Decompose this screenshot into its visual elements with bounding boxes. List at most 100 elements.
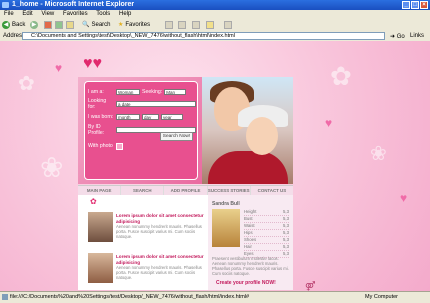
- address-input[interactable]: C:\Documents and Settings\test\Desktop\_…: [22, 32, 385, 40]
- with-photo-checkbox[interactable]: [116, 142, 123, 150]
- flower-decoration-icon: ✿: [18, 73, 35, 95]
- profile-stats: Height 5,3 Bust 5,3 Waist 5,3 Hips 5,3 Shoes…: [244, 209, 289, 258]
- print-icon: [192, 20, 200, 29]
- ie-icon: [2, 2, 9, 8]
- menu-view[interactable]: View: [41, 11, 54, 17]
- favorites-button[interactable]: ★ Favorites: [118, 20, 150, 29]
- stat-label: Bust: [244, 216, 253, 221]
- id-profile-label: By ID Profile:: [88, 124, 105, 136]
- stat-label: Shoes: [244, 237, 257, 242]
- profile-column: Sandra Bull Height 5,3 Bust 5,3 Waist 5,3 H…: [208, 195, 293, 290]
- woman-sweater: [208, 151, 288, 184]
- status-text: file:///C:/Documents%20and%20Settings/te…: [10, 294, 250, 300]
- flower-decoration-icon: ❀: [40, 152, 64, 183]
- profile-name: Sandra Bull: [212, 201, 240, 207]
- news-title[interactable]: Lorem ipsum dolor sit amet consectetur a…: [116, 213, 204, 224]
- news-title[interactable]: Lorem ipsum dolor sit amet consectetur a…: [116, 254, 204, 265]
- profile-text: Praesent vestibulum molestie lacus. Aene…: [212, 256, 289, 276]
- looking-for-label: Looking for:: [88, 98, 107, 110]
- star-icon: ★: [118, 22, 124, 28]
- back-arrow-icon: ◀: [2, 20, 10, 29]
- born-label: I was born:: [88, 114, 114, 120]
- couple-photo: [202, 77, 293, 184]
- menu-favorites[interactable]: Favorites: [63, 11, 88, 17]
- status-bar: file:///C:/Documents%20and%20Settings/te…: [0, 291, 430, 303]
- news-item: Lorem ipsum dolor sit amet consectetur a…: [88, 253, 204, 287]
- menu-edit[interactable]: Edit: [22, 11, 32, 17]
- with-photo-label: With photo: [88, 143, 113, 149]
- print-button[interactable]: [192, 20, 200, 29]
- search-now-button[interactable]: Search Now!: [160, 132, 193, 141]
- maximize-button[interactable]: □: [411, 1, 419, 9]
- i-am-select[interactable]: Woman: [116, 89, 140, 95]
- discuss-icon: [224, 20, 232, 29]
- stat-label: Waist: [244, 223, 255, 228]
- looking-for-select[interactable]: a date: [116, 101, 196, 107]
- seeking-select[interactable]: Man: [164, 89, 187, 95]
- nav-search[interactable]: SEARCH: [121, 186, 165, 195]
- discuss-button[interactable]: [224, 20, 232, 29]
- home-button[interactable]: [66, 20, 74, 29]
- search-button[interactable]: 🔍 Search: [82, 20, 111, 29]
- search-icon: 🔍: [82, 22, 90, 28]
- profile-photo[interactable]: [212, 209, 240, 247]
- window-title: 1_home - Microsoft Internet Explorer: [12, 1, 135, 8]
- media-button[interactable]: [165, 20, 173, 29]
- born-month-select[interactable]: month: [116, 114, 140, 120]
- hero-banner: I am a: Woman Seeking: Man Looking for: …: [78, 77, 293, 184]
- nav-contact-us[interactable]: CONTACT US: [251, 186, 293, 195]
- stop-button[interactable]: [44, 20, 52, 29]
- site-container: ♥♥ I am a: Woman Seeking: Man Looking fo…: [78, 55, 293, 290]
- stat-row: Bust 5,3: [244, 216, 289, 223]
- toolbar: ◀ Back ▶ 🔍 Search ★ Favorites: [0, 18, 430, 32]
- news-text: Aenean nonummy hendrerit mauris. Phasell…: [116, 265, 202, 280]
- heart-decoration-icon: ♥: [325, 116, 333, 130]
- menu-help[interactable]: Help: [119, 11, 131, 17]
- refresh-button[interactable]: [55, 20, 63, 29]
- news-thumbnail[interactable]: [88, 253, 113, 283]
- search-label: Search: [91, 21, 111, 28]
- forward-button[interactable]: ▶: [30, 20, 38, 29]
- nav-main-page[interactable]: MAIN PAGE: [78, 186, 122, 195]
- stat-row: Waist 5,3: [244, 223, 289, 230]
- news-thumbnail[interactable]: [88, 212, 113, 242]
- menu-file[interactable]: File: [4, 11, 14, 17]
- stat-label: Hips: [244, 230, 253, 235]
- stat-value: 5,3: [283, 216, 289, 221]
- search-form: I am a: Woman Seeking: Man Looking for: …: [84, 81, 198, 180]
- close-button[interactable]: ×: [420, 1, 428, 9]
- go-label: Go: [396, 34, 405, 40]
- stat-label: Height: [244, 209, 257, 214]
- create-profile-link[interactable]: Create your profile NOW!: [216, 280, 276, 286]
- stat-value: 5,3: [283, 230, 289, 235]
- woman-face: [246, 117, 278, 155]
- content-area: ✿ Lorem ipsum dolor sit amet consectetur…: [78, 195, 293, 290]
- i-am-label: I am a:: [88, 89, 104, 95]
- born-day-select[interactable]: day: [142, 114, 159, 120]
- stat-value: 5,3: [283, 244, 289, 249]
- menu-tools[interactable]: Tools: [96, 11, 110, 17]
- back-label: Back: [12, 21, 26, 28]
- news-column: ✿ Lorem ipsum dolor sit amet consectetur…: [78, 195, 205, 290]
- back-button[interactable]: ◀ Back: [2, 20, 25, 29]
- heart-decoration-icon: ♥: [55, 61, 63, 75]
- stat-label: Hair: [244, 244, 252, 249]
- links-button[interactable]: Links: [410, 31, 424, 41]
- mail-button[interactable]: [178, 20, 186, 29]
- stat-value: 5,3: [283, 209, 289, 214]
- page-content: ✿ ❀ ✿ ❀ ♥ ♥ ♥ ⚤ ♥♥ I am a: Woman Seeking…: [0, 41, 430, 291]
- page-icon: [2, 294, 8, 300]
- nav-success-stories[interactable]: SUCCESS STORIES: [208, 186, 251, 195]
- minimize-button[interactable]: _: [402, 1, 410, 9]
- flower-bullet-icon: ✿: [90, 197, 97, 206]
- seeking-label: Seeking:: [142, 89, 163, 95]
- home-icon: [66, 20, 74, 29]
- stat-value: 5,3: [283, 237, 289, 242]
- edit-button[interactable]: [206, 20, 214, 29]
- born-year-select[interactable]: year: [161, 114, 183, 120]
- hearts-logo-icon: ♥♥: [83, 55, 102, 72]
- flower-decoration-icon: ✿: [330, 61, 352, 91]
- folder-icon: [206, 20, 214, 29]
- nav-add-profile[interactable]: ADD PROFILE: [164, 186, 208, 195]
- news-text: Aenean nonummy hendrerit mauris. Phasell…: [116, 224, 202, 239]
